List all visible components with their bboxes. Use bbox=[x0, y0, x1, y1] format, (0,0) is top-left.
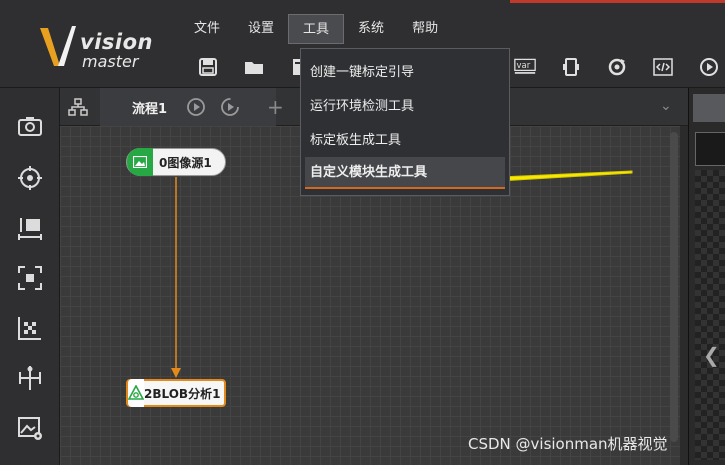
camera-icon bbox=[18, 117, 42, 136]
left-tool-bar bbox=[0, 88, 60, 465]
play-icon bbox=[700, 58, 718, 76]
calibration-tool[interactable] bbox=[14, 312, 46, 344]
device-icon bbox=[563, 58, 579, 76]
top-accent-line bbox=[510, 0, 725, 3]
code-icon bbox=[653, 58, 673, 76]
logo-text-vision: vision bbox=[80, 30, 153, 54]
split-tool[interactable] bbox=[14, 362, 46, 394]
add-flow-button[interactable]: + bbox=[267, 95, 284, 119]
menu-tools[interactable]: 工具 bbox=[288, 14, 345, 44]
run-once-icon[interactable] bbox=[186, 97, 206, 117]
refresh-target-button[interactable] bbox=[604, 54, 630, 80]
code-button[interactable] bbox=[650, 54, 676, 80]
open-folder-icon bbox=[245, 62, 263, 74]
save-icon bbox=[199, 58, 217, 76]
tab-flow1-label: 流程1 bbox=[132, 102, 168, 117]
save-button[interactable] bbox=[195, 54, 221, 80]
menu-system[interactable]: 系统 bbox=[344, 14, 398, 44]
blob-icon bbox=[128, 379, 144, 407]
node-image-source-label: 0图像源1 bbox=[159, 155, 212, 170]
roi-tool[interactable] bbox=[14, 262, 46, 294]
logo-v-icon bbox=[40, 26, 76, 66]
roi-icon bbox=[18, 266, 42, 290]
menu-item-env-check-tool[interactable]: 运行环境检测工具 bbox=[305, 91, 505, 123]
tools-dropdown-menu: 创建一键标定引导 运行环境检测工具 标定板生成工具 自定义模块生成工具 bbox=[300, 48, 510, 196]
calibration-icon bbox=[18, 317, 41, 340]
open-button[interactable] bbox=[241, 54, 267, 80]
menu-file[interactable]: 文件 bbox=[180, 14, 234, 44]
logo: vision master bbox=[38, 22, 168, 72]
menu-settings[interactable]: 设置 bbox=[234, 14, 288, 44]
watermark-text: CSDN @visionman机器视觉 bbox=[468, 435, 668, 453]
canvas-vertical-scrollbar[interactable] bbox=[670, 132, 678, 442]
menu-help[interactable]: 帮助 bbox=[398, 14, 452, 44]
variable-button[interactable]: var bbox=[512, 54, 538, 80]
run-loop-icon[interactable] bbox=[220, 97, 240, 117]
device-button[interactable] bbox=[558, 54, 584, 80]
measure-icon bbox=[18, 218, 42, 240]
locate-tool[interactable] bbox=[14, 162, 46, 194]
run-button[interactable] bbox=[696, 54, 722, 80]
image-settings-icon bbox=[18, 417, 42, 440]
menu-bar: 文件 设置 工具 系统 帮助 bbox=[180, 14, 452, 44]
split-icon bbox=[19, 366, 41, 390]
chevron-left-icon[interactable]: ❮ bbox=[703, 343, 720, 367]
chevron-down-icon[interactable]: ⌄ bbox=[660, 98, 672, 114]
menu-item-custom-module-tool[interactable]: 自定义模块生成工具 bbox=[305, 157, 505, 189]
right-panel-preview-box bbox=[695, 132, 725, 166]
tab-flow1[interactable]: 流程1 bbox=[100, 88, 276, 126]
node-image-source[interactable]: 0图像源1 bbox=[126, 148, 226, 176]
image-preview-area bbox=[695, 170, 725, 460]
menu-item-calib-board-tool[interactable]: 标定板生成工具 bbox=[305, 125, 505, 157]
refresh-target-icon bbox=[608, 58, 626, 76]
flow-tree-icon[interactable] bbox=[68, 98, 88, 116]
menu-item-calibration-guide[interactable]: 创建一键标定引导 bbox=[305, 57, 505, 89]
measure-tool[interactable] bbox=[14, 212, 46, 244]
image-settings-tool[interactable] bbox=[14, 412, 46, 444]
node-blob-analysis-label: 2BLOB分析1 bbox=[144, 386, 221, 401]
toolbar-right: var bbox=[512, 52, 725, 82]
right-panel-header bbox=[693, 94, 725, 122]
logo-text-master: master bbox=[82, 52, 139, 71]
camera-tool[interactable] bbox=[14, 110, 46, 142]
app-window: vision master 文件 设置 工具 系统 帮助 var 流程1 + ⌄… bbox=[0, 0, 725, 465]
image-icon bbox=[127, 148, 153, 176]
target-icon bbox=[18, 166, 42, 190]
right-panel: ❮ bbox=[688, 88, 725, 465]
svg-text:var: var bbox=[517, 60, 531, 70]
var-icon: var bbox=[514, 58, 536, 74]
node-blob-analysis[interactable]: 2BLOB分析1 bbox=[126, 379, 226, 407]
